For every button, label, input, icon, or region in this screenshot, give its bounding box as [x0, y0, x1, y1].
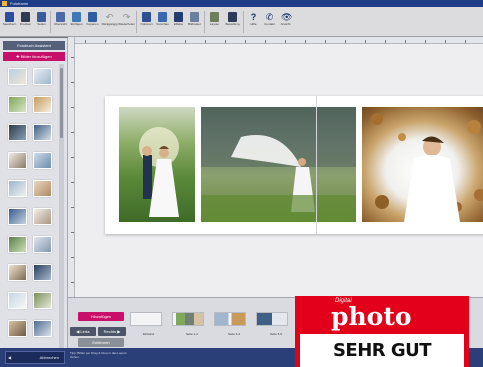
filmstrip-pages: [130, 312, 300, 328]
layout-canvas[interactable]: [75, 44, 483, 297]
pages-icon: [37, 12, 46, 22]
image-thumbnail[interactable]: [33, 292, 52, 309]
image-thumbnail[interactable]: [33, 96, 52, 113]
image-thumbnail[interactable]: [33, 152, 52, 169]
toolbar-preview-button[interactable]: Vorschau: [156, 9, 169, 35]
paste-icon: [72, 12, 81, 22]
vertical-ruler: [68, 37, 75, 297]
toolbar-effects-button[interactable]: Effekte: [172, 9, 185, 35]
undo-icon: ↶: [105, 12, 114, 22]
badge-photo-logo: photo: [331, 302, 412, 331]
arrow-left-icon: ◀: [8, 355, 12, 360]
image-thumbnail[interactable]: [8, 320, 27, 337]
book-spread[interactable]: [105, 96, 483, 234]
photo-couple[interactable]: [119, 107, 195, 222]
phone-icon: ✆: [265, 12, 274, 22]
image-thumbnail[interactable]: [33, 320, 52, 337]
filmstrip-label: Seite 5-6: [270, 332, 283, 336]
toolbar-undo-button[interactable]: ↶ Rückgängig: [102, 9, 118, 35]
toolbar-overview-button[interactable]: Übersicht: [54, 9, 67, 35]
app-icon: [2, 1, 7, 6]
overview-icon: [56, 12, 65, 22]
image-thumbnail-grid: [6, 66, 56, 348]
print-icon: [21, 12, 30, 22]
options-icon: [142, 12, 151, 22]
image-thumbnail[interactable]: [33, 208, 52, 225]
filmstrip-label: Einband: [143, 332, 155, 336]
toolbar-grid-button[interactable]: Bildraster: [188, 9, 201, 35]
effects-icon: [174, 12, 183, 22]
filmstrip-label: Seite 3-4: [228, 332, 241, 336]
filmstrip-remove-button[interactable]: Entfernen: [78, 338, 124, 347]
image-thumbnail[interactable]: [8, 68, 27, 85]
image-thumbnail[interactable]: [33, 264, 52, 281]
main-toolbar: Speichern Drucken Seiten Übersicht Einfü…: [0, 7, 483, 37]
image-thumbnail[interactable]: [8, 292, 27, 309]
filmstrip-page[interactable]: [172, 312, 204, 326]
status-hint: Tipp: Bilder per Drag & Drop in das Layo…: [70, 351, 127, 359]
grid-icon: [190, 12, 199, 22]
image-thumbnail[interactable]: [33, 124, 52, 141]
toolbar-options-button[interactable]: Optionen: [140, 9, 153, 35]
horizontal-ruler: [75, 37, 483, 44]
image-thumbnail[interactable]: [8, 264, 27, 281]
image-thumbnail[interactable]: [8, 96, 27, 113]
toolbar-print-button[interactable]: Drucken: [19, 9, 32, 35]
window-title: Fotoframe: [10, 1, 29, 6]
image-thumbnail[interactable]: [33, 68, 52, 85]
photo-bride-veil[interactable]: [201, 107, 356, 222]
image-thumbnail[interactable]: [8, 152, 27, 169]
photo-bride-leaves[interactable]: [362, 107, 483, 222]
toolbar-layout-button[interactable]: Layout: [208, 9, 221, 35]
toolbar-view-button[interactable]: 👁 Ansicht: [279, 9, 293, 35]
preview-icon: [158, 12, 167, 22]
save-icon: [5, 12, 14, 22]
toolbar-order-button[interactable]: Bestellung: [225, 9, 240, 35]
arrow-right-icon: ▶: [116, 329, 121, 334]
copy-icon: [88, 12, 97, 22]
eye-icon: 👁: [281, 12, 293, 22]
help-icon: ?: [250, 12, 257, 22]
filmstrip-label: Seite 1-2: [186, 332, 199, 336]
review-badge: Digital photo SEHR GUT: [295, 296, 469, 367]
filmstrip-page[interactable]: [256, 312, 288, 326]
add-images-button[interactable]: ✚ Bilder hinzufügen: [3, 52, 65, 61]
title-bar: Fotoframe: [0, 0, 483, 7]
toolbar-copy-button[interactable]: Kopieren: [86, 9, 99, 35]
filmstrip-page-cover[interactable]: [130, 312, 162, 326]
toolbar-help-button[interactable]: ? Hilfe: [247, 9, 260, 35]
layout-icon: [210, 12, 219, 22]
filmstrip-left-button[interactable]: ◀ Links: [70, 327, 96, 336]
filmstrip-page[interactable]: [214, 312, 246, 326]
sidebar-scrollbar[interactable]: [59, 64, 64, 348]
image-thumbnail[interactable]: [8, 124, 27, 141]
toolbar-contact-button[interactable]: ✆ Kontakt: [263, 9, 276, 35]
assistant-header[interactable]: Fotobuch Assistent: [3, 41, 65, 50]
image-sidebar: Fotobuch Assistent ✚ Bilder hinzufügen: [0, 38, 68, 348]
toolbar-save-button[interactable]: Speichern: [3, 9, 16, 35]
toolbar-pages-button[interactable]: Seiten: [35, 9, 48, 35]
toolbar-paste-button[interactable]: Einfügen: [70, 9, 83, 35]
scrollbar-thumb[interactable]: [60, 68, 63, 138]
filmstrip-add-button[interactable]: Hinzufügen: [78, 312, 124, 321]
image-thumbnail[interactable]: [8, 180, 27, 197]
order-icon: [228, 12, 237, 22]
filmstrip-right-button[interactable]: Rechts ▶: [98, 327, 126, 336]
image-thumbnail[interactable]: [33, 236, 52, 253]
badge-verdict: SEHR GUT: [332, 340, 432, 361]
cancel-button[interactable]: ◀ Abbrechen: [5, 351, 65, 364]
image-thumbnail[interactable]: [33, 180, 52, 197]
image-thumbnail[interactable]: [8, 236, 27, 253]
image-thumbnail[interactable]: [8, 208, 27, 225]
badge-verdict-box: SEHR GUT: [300, 334, 464, 367]
toolbar-redo-button[interactable]: ↷ Wiederholen: [118, 9, 135, 35]
redo-icon: ↷: [122, 12, 131, 22]
spread-fold-line: [316, 96, 317, 234]
